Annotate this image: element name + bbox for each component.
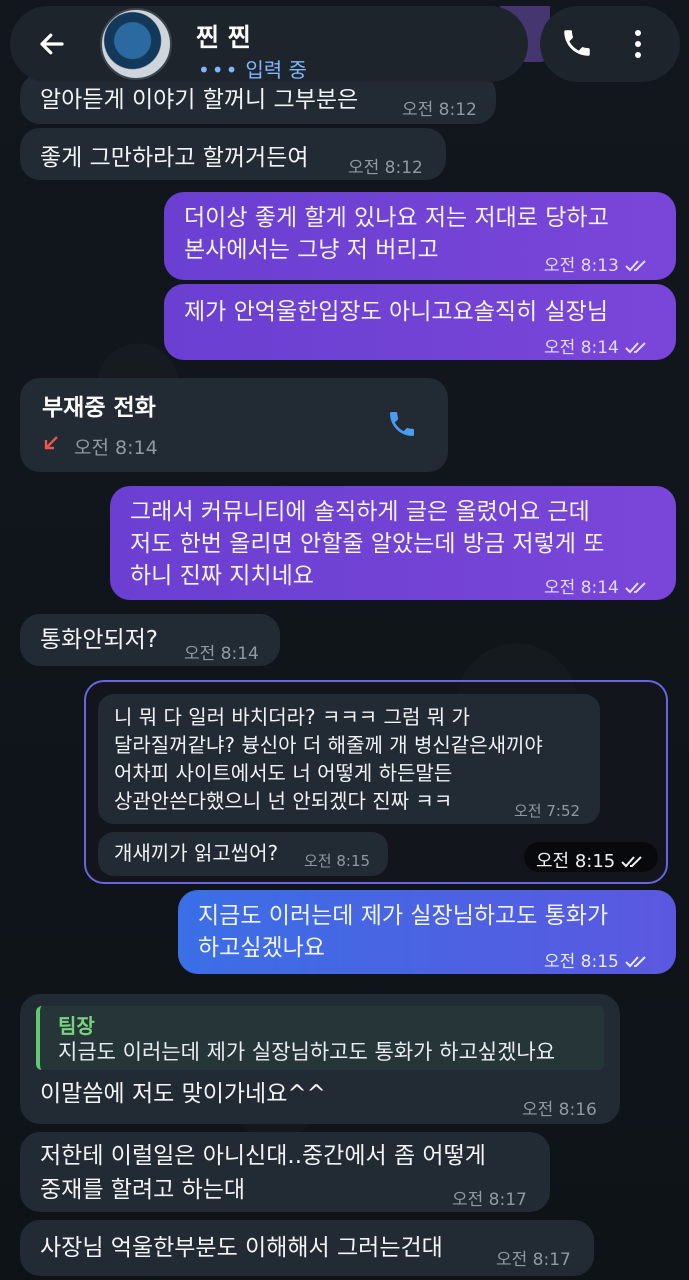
quote-text: 지금도 이러는데 제가 실장님하고도 통화가 하고싶겠나요 xyxy=(58,1040,556,1064)
double-check-icon xyxy=(625,956,646,968)
message-text-line: 저도 한번 올리면 안할줄 알았는데 방금 저렇게 또 xyxy=(130,531,605,557)
missed-call-title: 부재중 전화 xyxy=(42,395,156,421)
message-incoming[interactable]: 좋게 그만하라고 할꺼거든여 오전 8:12 xyxy=(20,128,446,180)
message-time: 오전 8:16 xyxy=(522,1100,597,1120)
message-time: 오전 8:12 xyxy=(402,100,477,120)
message-time: 오전 8:15 xyxy=(536,847,645,873)
message-text-line: 어차피 사이트에서도 너 어떻게 하든말든 xyxy=(114,761,453,785)
message-time: 오전 7:52 xyxy=(514,802,581,820)
missed-call-bubble[interactable]: 부재중 전화 오전 8:14 xyxy=(20,378,448,472)
typing-label: 입력 중 xyxy=(245,58,307,82)
message-text-line: 중재를 할려고 하는대 xyxy=(40,1177,246,1203)
more-vertical-icon[interactable] xyxy=(628,28,648,60)
message-text: 개새끼가 읽고씹어? xyxy=(114,841,279,865)
quoted-message: 개새끼가 읽고씹어? 오전 8:15 xyxy=(98,832,388,876)
back-button[interactable] xyxy=(24,16,80,72)
message-outgoing[interactable]: 지금도 이러는데 제가 실장님하고도 통화가 하고싶겠나요 오전 8:15 xyxy=(178,890,676,974)
phone-icon[interactable] xyxy=(560,26,594,60)
message-time: 오전 8:14 xyxy=(74,437,158,459)
double-check-icon xyxy=(625,342,646,354)
message-time: 오전 8:15 xyxy=(544,946,649,978)
message-text: 이말씀에 저도 맞이가네요^^ xyxy=(40,1081,326,1107)
typing-status: ••• 입력 중 xyxy=(198,54,307,83)
message-text-line: 저한테 이럴일은 아니신대..중간에서 좀 어떻게 xyxy=(40,1143,486,1169)
message-time: 오전 8:17 xyxy=(452,1190,527,1210)
message-incoming[interactable]: 통화안되저? 오전 8:14 xyxy=(20,614,280,666)
message-outgoing[interactable]: 더이상 좋게 할게 있나요 저는 저대로 당하고 본사에서는 그냥 저 버리고 … xyxy=(164,192,676,280)
double-check-icon xyxy=(621,856,642,868)
message-text-line: 상관안쓴다했으니 넌 안되겠다 진짜 ㅋㅋ xyxy=(114,789,453,813)
message-text-line: 더이상 좋게 할게 있나요 저는 저대로 당하고 xyxy=(184,205,609,231)
message-incoming-reply[interactable]: 팀장 지금도 이러는데 제가 실장님하고도 통화가 하고싶겠나요 이말씀에 저도… xyxy=(20,994,620,1124)
avatar[interactable] xyxy=(100,8,172,80)
header-actions xyxy=(540,6,680,82)
quoted-message: 니 뭐 다 일러 바치더라? ㅋㅋㅋ 그럼 뭐 가 달라질꺼같냐? 븅신아 더 … xyxy=(98,694,600,824)
message-time: 오전 8:17 xyxy=(496,1250,571,1270)
message-time: 오전 8:15 xyxy=(304,852,371,870)
message-text-line: 본사에서는 그냥 저 버리고 xyxy=(184,237,439,263)
typing-dots: ••• xyxy=(198,58,240,82)
message-text: 좋게 그만하라고 할꺼거든여 xyxy=(40,145,309,171)
message-text-line: 니 뭐 다 일러 바치더라? ㅋㅋㅋ 그럼 뭐 가 xyxy=(114,705,470,729)
message-time: 오전 8:14 xyxy=(184,644,259,664)
reply-quote[interactable]: 팀장 지금도 이러는데 제가 실장님하고도 통화가 하고싶겠나요 xyxy=(36,1006,604,1070)
message-text: 제가 안억울한입장도 아니고요솔직히 실장님 xyxy=(184,299,608,325)
message-text-line: 하니 진짜 지치네요 xyxy=(130,563,314,589)
forwarded-time-pill: 오전 8:15 xyxy=(524,842,658,872)
double-check-icon xyxy=(625,582,646,594)
forwarded-screenshot[interactable]: 니 뭐 다 일러 바치더라? ㅋㅋㅋ 그럼 뭐 가 달라질꺼같냐? 븅신아 더 … xyxy=(84,680,668,884)
message-time: 오전 8:14 xyxy=(544,332,649,364)
double-check-icon xyxy=(625,260,646,272)
message-text: 사장님 억울한부분도 이해해서 그러는건대 xyxy=(40,1235,443,1261)
message-time: 오전 8:12 xyxy=(348,158,423,178)
message-incoming[interactable]: 저한테 이럴일은 아니신대..중간에서 좀 어떻게 중재를 할려고 하는대 오전… xyxy=(20,1132,550,1212)
message-text-line: 그래서 커뮤니티에 솔직하게 글은 올렸어요 근데 xyxy=(130,499,590,525)
message-text: 알아듣게 이야기 할꺼니 그부분은 xyxy=(40,87,359,113)
message-text: 통화안되저? xyxy=(40,627,159,653)
chat-header[interactable]: 찐 찐 ••• 입력 중 xyxy=(10,6,528,82)
message-outgoing[interactable]: 그래서 커뮤니티에 솔직하게 글은 올렸어요 근데 저도 한번 올리면 안할줄 … xyxy=(110,486,676,600)
message-incoming[interactable]: 사장님 억울한부분도 이해해서 그러는건대 오전 8:17 xyxy=(20,1220,594,1276)
message-text-line: 하고싶겠나요 xyxy=(198,935,325,961)
missed-call-arrow-icon xyxy=(44,436,58,450)
back-arrow-icon xyxy=(40,33,64,55)
contact-name[interactable]: 찐 찐 xyxy=(196,18,251,54)
phone-icon[interactable] xyxy=(386,408,418,440)
message-time: 오전 8:13 xyxy=(544,250,649,282)
message-outgoing[interactable]: 제가 안억울한입장도 아니고요솔직히 실장님 오전 8:14 xyxy=(164,284,676,360)
message-time: 오전 8:14 xyxy=(544,572,649,604)
message-text-line: 달라질꺼같냐? 븅신아 더 해줄께 개 병신같은새끼야 xyxy=(114,733,543,757)
message-text-line: 지금도 이러는데 제가 실장님하고도 통화가 xyxy=(198,903,609,929)
